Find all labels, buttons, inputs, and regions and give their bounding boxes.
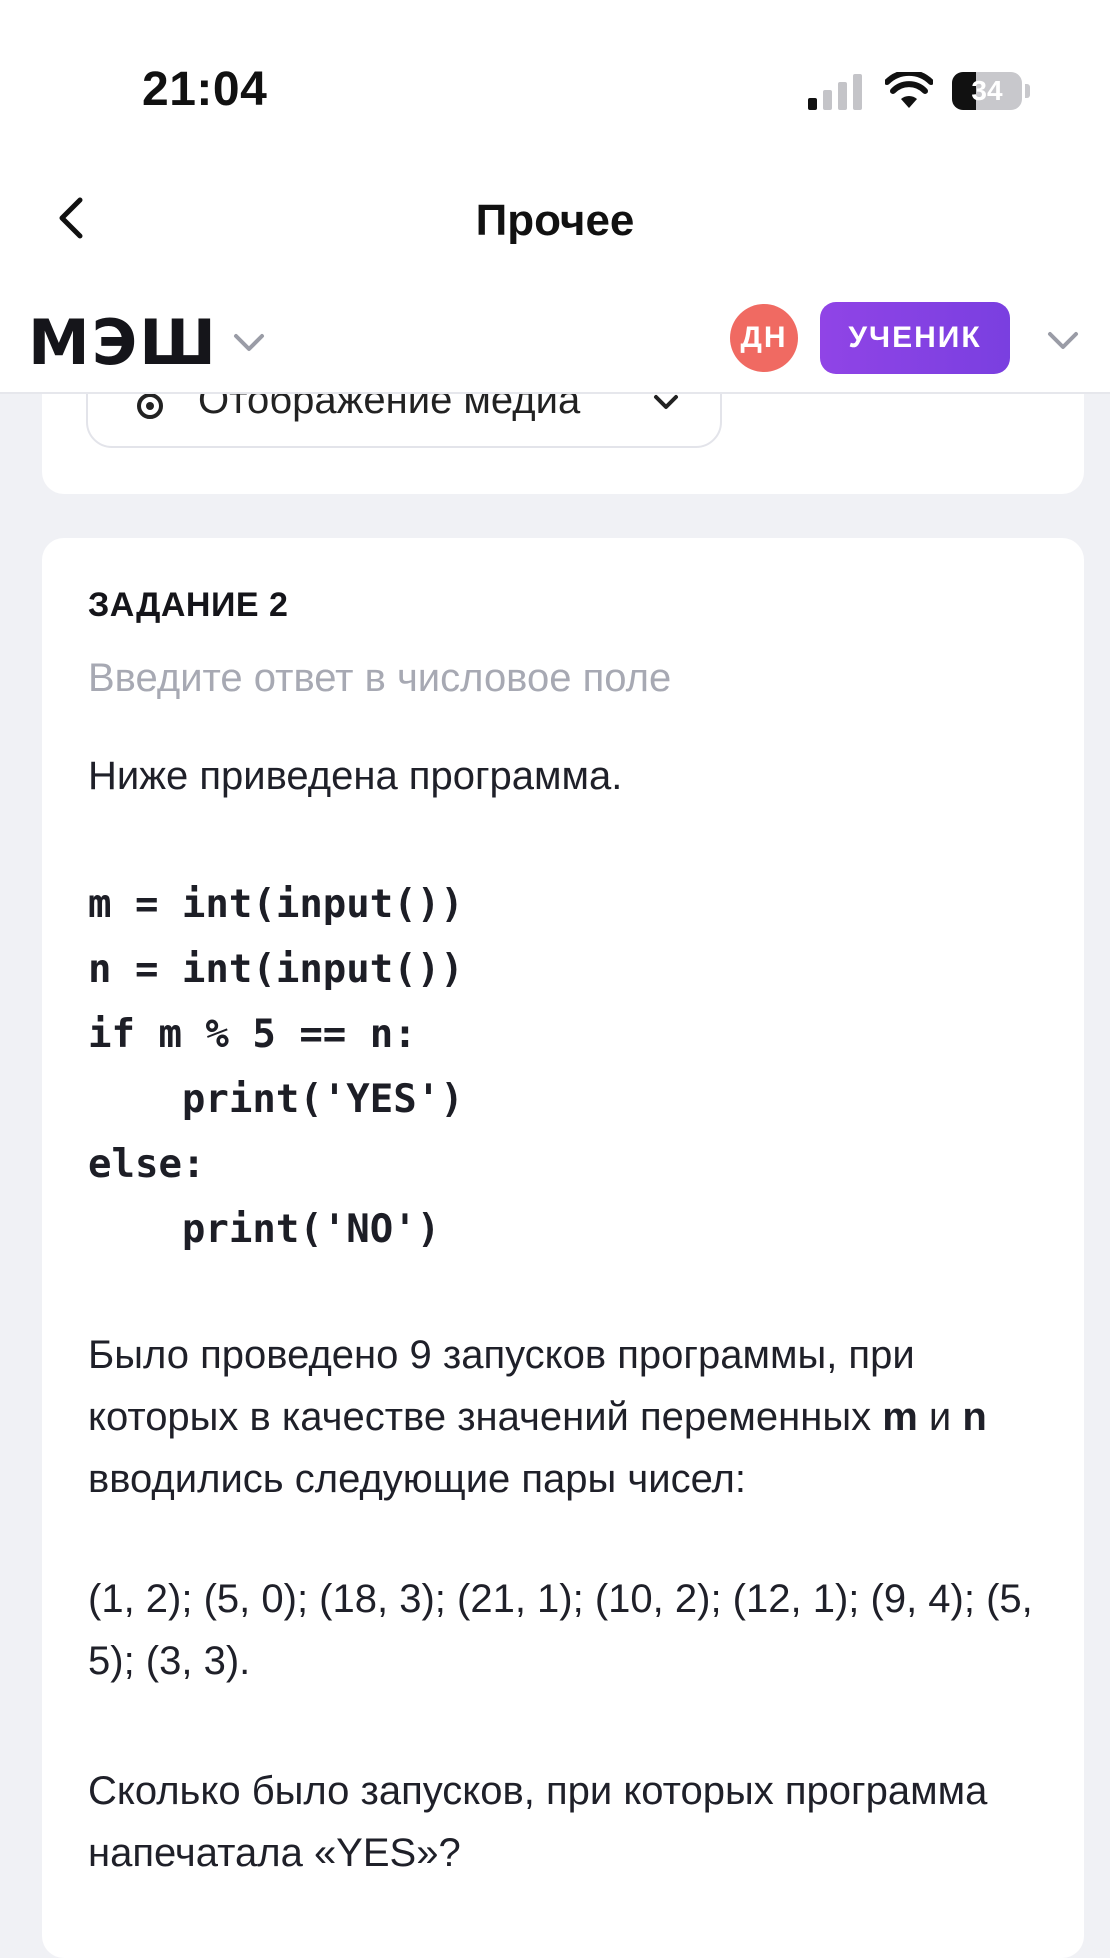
chevron-down-icon[interactable] [226, 322, 272, 362]
description-text-1: Было проведено 9 запусков программы, при… [88, 1333, 915, 1439]
variable-n: n [962, 1395, 987, 1439]
page-title: Прочее [475, 196, 635, 245]
app-logo[interactable]: МЭШ [28, 306, 218, 379]
battery-icon: 34 [952, 72, 1032, 110]
chevron-down-icon[interactable] [1040, 320, 1086, 360]
task-intro: Ниже приведена программа. [88, 754, 623, 798]
input-pairs: (1, 2); (5, 0); (18, 3); (21, 1); (10, 2… [88, 1577, 1033, 1683]
variable-m: m [882, 1395, 918, 1439]
wifi-icon [885, 72, 933, 108]
signal-icon [808, 74, 862, 110]
task-number: ЗАДАНИЕ 2 [88, 586, 289, 624]
status-bar: 21:04 34 [0, 0, 1110, 160]
code-block: m = int(input()) n = int(input()) if m %… [88, 882, 464, 1252]
role-button[interactable]: УЧЕНИК [820, 302, 1010, 374]
task-description: Было проведено 9 запусков программы, при… [88, 1324, 1068, 1510]
status-time: 21:04 [142, 63, 268, 116]
battery-level: 34 [971, 75, 1003, 106]
task-hint: Введите ответ в числовое поле [88, 656, 672, 700]
app-header: МЭШ ДН УЧЕНИК [0, 284, 1110, 394]
description-text-2: вводились следующие пары чисел: [88, 1457, 746, 1501]
task-question: Сколько было запусков, при которых прогр… [88, 1769, 988, 1875]
task-card: ЗАДАНИЕ 2 Введите ответ в числовое поле … [42, 538, 1084, 1958]
avatar[interactable]: ДН [730, 304, 798, 372]
description-and: и [917, 1395, 963, 1439]
battery-tip [1025, 84, 1030, 98]
nav-bar: Прочее [0, 160, 1110, 284]
battery-body: 34 [952, 72, 1022, 110]
